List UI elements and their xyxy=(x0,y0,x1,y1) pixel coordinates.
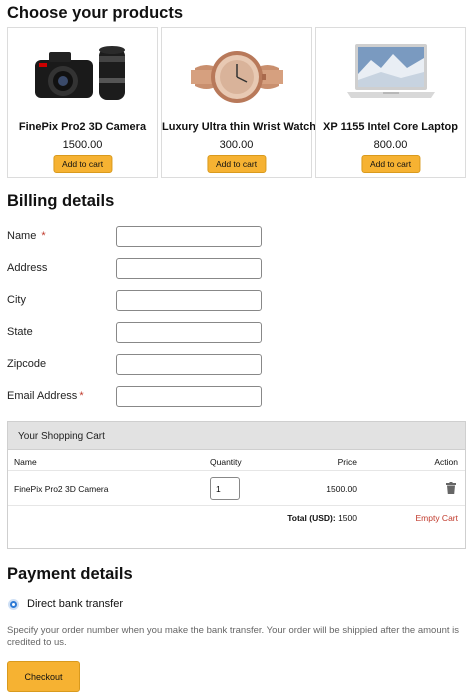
product-name: Luxury Ultra thin Wrist Watch xyxy=(162,121,317,133)
checkout-button[interactable]: Checkout xyxy=(7,661,80,692)
laptop-image xyxy=(346,44,435,98)
product-price: 1500.00 xyxy=(62,139,103,151)
zipcode-row: Zipcode xyxy=(7,354,267,376)
col-name-header: Name xyxy=(14,457,37,467)
cart-total-value: 1500 xyxy=(338,513,357,523)
state-label: State xyxy=(7,326,33,338)
address-label: Address xyxy=(7,262,48,274)
payment-heading: Payment details xyxy=(7,565,133,583)
zipcode-label: Zipcode xyxy=(7,358,47,370)
trash-icon[interactable] xyxy=(446,482,456,494)
product-list: FinePix Pro2 3D Camera 1500.00 Add to ca… xyxy=(7,27,466,178)
cart-header-row: Name Quantity Price Action xyxy=(8,451,465,471)
add-to-cart-button[interactable]: Add to cart xyxy=(360,155,421,173)
product-price: 300.00 xyxy=(219,139,254,151)
camera-image xyxy=(34,46,125,100)
email-label: Email Address * xyxy=(7,390,84,402)
email-input[interactable] xyxy=(116,386,262,407)
add-to-cart-button[interactable]: Add to cart xyxy=(52,155,113,173)
cart-title: Your Shopping Cart xyxy=(8,422,465,450)
cart-total-row: Total (USD): 1500 Empty Cart xyxy=(8,506,465,530)
col-quantity-header: Quantity xyxy=(210,457,242,467)
billing-heading: Billing details xyxy=(7,192,115,210)
add-to-cart-button[interactable]: Add to cart xyxy=(206,155,267,173)
col-price-header: Price xyxy=(337,457,357,467)
city-row: City xyxy=(7,290,267,312)
empty-cart-link[interactable]: Empty Cart xyxy=(415,513,458,523)
quantity-input[interactable] xyxy=(210,477,240,500)
product-name: XP 1155 Intel Core Laptop xyxy=(323,121,458,133)
required-marker: * xyxy=(41,230,46,242)
cart-item-row: FinePix Pro2 3D Camera 1500.00 xyxy=(8,471,465,506)
radio-selected-icon[interactable] xyxy=(8,598,19,610)
email-row: Email Address * xyxy=(7,386,267,408)
cart-item-price: 1500.00 xyxy=(326,484,357,494)
city-input[interactable] xyxy=(116,290,262,311)
product-name: FinePix Pro2 3D Camera xyxy=(18,121,147,133)
watch-image xyxy=(190,51,283,103)
state-row: State xyxy=(7,322,267,344)
col-action-header: Action xyxy=(434,457,458,467)
products-heading: Choose your products xyxy=(7,4,184,22)
payment-method-option[interactable]: Direct bank transfer xyxy=(8,598,123,610)
product-card-camera: FinePix Pro2 3D Camera 1500.00 Add to ca… xyxy=(7,27,158,178)
product-card-laptop: XP 1155 Intel Core Laptop 800.00 Add to … xyxy=(315,27,466,178)
product-price: 800.00 xyxy=(373,139,408,151)
zipcode-input[interactable] xyxy=(116,354,262,375)
cart-item-name: FinePix Pro2 3D Camera xyxy=(14,484,109,494)
state-input[interactable] xyxy=(116,322,262,343)
name-label: Name * xyxy=(7,230,46,242)
payment-note: Specify your order number when you make … xyxy=(7,625,460,648)
address-input[interactable] xyxy=(116,258,262,279)
address-row: Address xyxy=(7,258,267,280)
name-input[interactable] xyxy=(116,226,262,247)
required-marker: * xyxy=(79,390,84,402)
payment-method-label: Direct bank transfer xyxy=(27,598,123,610)
city-label: City xyxy=(7,294,26,306)
cart-total: Total (USD): 1500 xyxy=(287,513,357,523)
shopping-cart: Your Shopping Cart Name Quantity Price A… xyxy=(7,421,466,549)
cart-table: Name Quantity Price Action FinePix Pro2 … xyxy=(8,451,465,530)
product-card-watch: Luxury Ultra thin Wrist Watch 300.00 Add… xyxy=(161,27,317,178)
name-row: Name * xyxy=(7,226,267,248)
